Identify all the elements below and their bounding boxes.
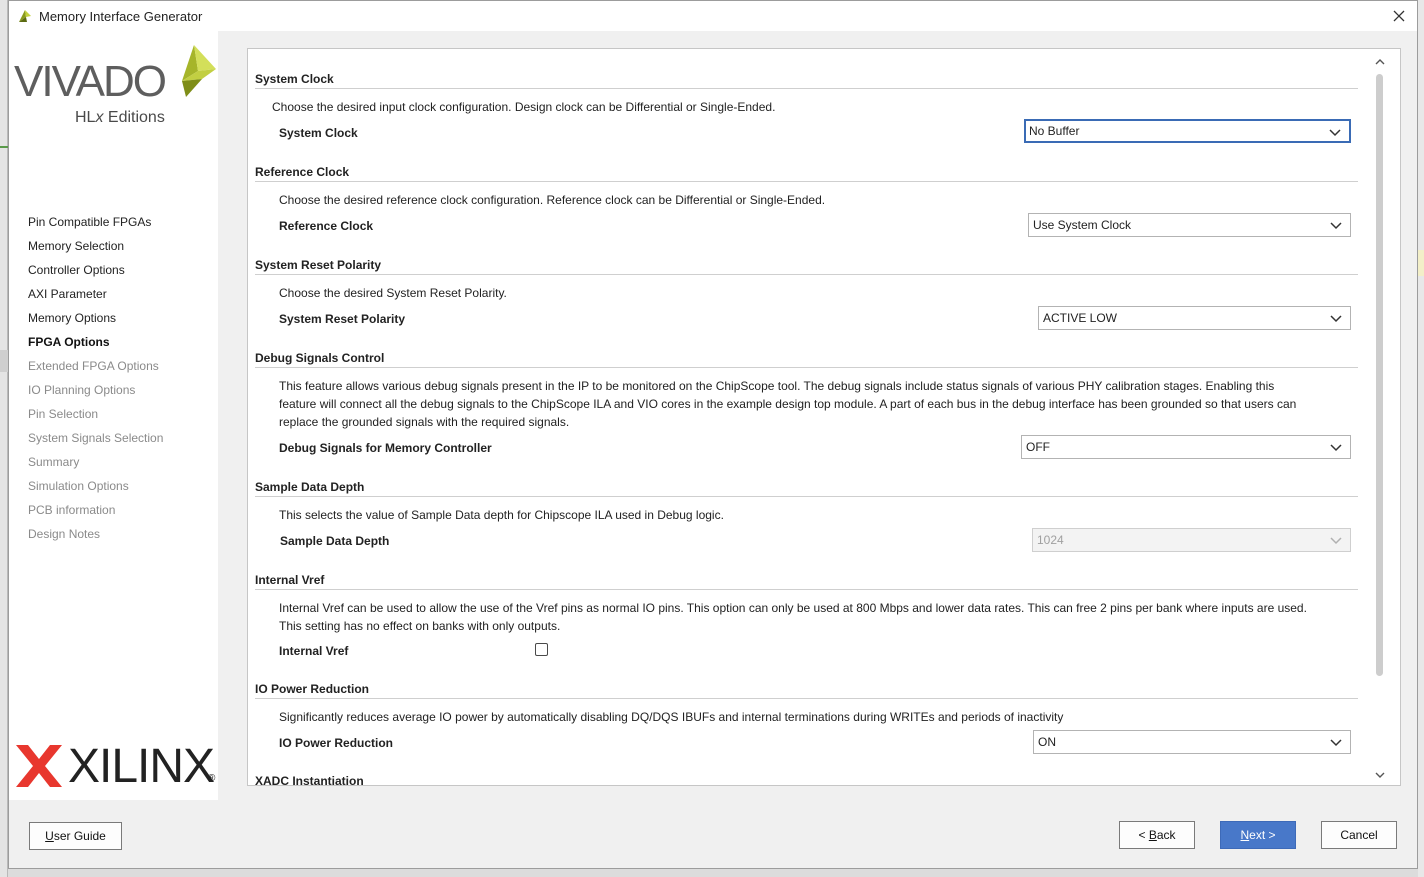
- step-memory-selection[interactable]: Memory Selection: [9, 237, 218, 261]
- step-pin-compatible-fpgas[interactable]: Pin Compatible FPGAs: [9, 213, 218, 237]
- section-description: This selects the value of Sample Data de…: [279, 508, 724, 522]
- step-controller-options[interactable]: Controller Options: [9, 261, 218, 285]
- reference-clock-select[interactable]: Use System Clock: [1028, 213, 1351, 237]
- section-debug-signals-control: Debug Signals Control: [255, 348, 1358, 368]
- xilinx-logo: XILINX ®: [12, 739, 217, 793]
- section-description-line: replace the grounded signals with the re…: [279, 415, 570, 429]
- section-system-clock: System Clock: [255, 69, 1358, 89]
- sample-data-depth-select: 1024: [1032, 528, 1351, 552]
- chevron-down-icon: [1330, 444, 1342, 452]
- section-description-line: This feature allows various debug signal…: [279, 379, 1275, 393]
- registered-mark: ®: [208, 773, 216, 784]
- selected-value: Use System Clock: [1033, 218, 1132, 232]
- options-panel: System Clock Choose the desired input cl…: [247, 48, 1401, 786]
- section-title: Sample Data Depth: [255, 477, 1358, 497]
- section-description-line: This setting has no effect on banks with…: [279, 619, 561, 633]
- section-system-reset-polarity: System Reset Polarity: [255, 255, 1358, 275]
- scroll-down-arrow[interactable]: [1375, 770, 1385, 780]
- section-title: XADC Instantiation: [255, 771, 1358, 785]
- next-button[interactable]: Next >: [1220, 821, 1296, 849]
- chevron-down-icon: [1330, 739, 1342, 747]
- internal-vref-checkbox[interactable]: [535, 643, 548, 656]
- user-guide-button[interactable]: User Guide: [29, 822, 122, 850]
- section-title: Reference Clock: [255, 162, 1358, 182]
- mig-dialog: Memory Interface Generator VIVADO HLx Ed…: [8, 0, 1418, 869]
- xilinx-x-icon: [16, 745, 62, 787]
- vertical-scrollbar[interactable]: [1372, 54, 1388, 784]
- section-description: Choose the desired reference clock confi…: [279, 193, 826, 207]
- section-description-line: Internal Vref can be used to allow the u…: [279, 601, 1307, 615]
- close-icon: [1393, 10, 1405, 22]
- section-xadc-instantiation: XADC Instantiation: [255, 771, 1358, 785]
- system-clock-select[interactable]: No Buffer: [1024, 119, 1351, 143]
- background-window-left: [0, 0, 8, 877]
- vivado-leaf-icon: [182, 45, 216, 97]
- chevron-down-icon: [1330, 537, 1342, 545]
- step-summary: Summary: [28, 455, 80, 469]
- step-axi-parameter[interactable]: AXI Parameter: [9, 285, 218, 309]
- cancel-button[interactable]: Cancel: [1321, 821, 1397, 849]
- field-label: Sample Data Depth: [280, 534, 390, 548]
- background-window-right: [1418, 0, 1424, 877]
- section-title: Internal Vref: [255, 570, 1358, 590]
- window-title: Memory Interface Generator: [39, 8, 203, 24]
- section-title: System Reset Polarity: [255, 255, 1358, 275]
- close-button[interactable]: [1387, 4, 1411, 28]
- reset-polarity-select[interactable]: ACTIVE LOW: [1038, 306, 1351, 330]
- background-marker: [0, 140, 8, 148]
- title-bar: Memory Interface Generator: [9, 1, 1417, 31]
- selected-value: 1024: [1037, 533, 1064, 547]
- step-simulation-options: Simulation Options: [28, 479, 129, 493]
- step-io-planning-options: IO Planning Options: [28, 383, 136, 397]
- field-label: IO Power Reduction: [279, 736, 394, 750]
- debug-signals-select[interactable]: OFF: [1021, 435, 1351, 459]
- step-system-signals-selection: System Signals Selection: [28, 431, 164, 445]
- section-title: Debug Signals Control: [255, 348, 1358, 368]
- vivado-logo: VIVADO HLx Editions: [12, 37, 217, 129]
- field-label: Reference Clock: [279, 219, 374, 233]
- step-fpga-options[interactable]: FPGA Options: [9, 333, 218, 357]
- scroll-up-arrow[interactable]: [1375, 57, 1385, 67]
- step-pin-selection: Pin Selection: [28, 407, 99, 421]
- back-button[interactable]: < Back: [1119, 821, 1195, 849]
- selected-value: ON: [1038, 735, 1056, 749]
- selected-value: ACTIVE LOW: [1043, 311, 1118, 325]
- selected-value: No Buffer: [1029, 124, 1080, 138]
- io-power-reduction-select[interactable]: ON: [1033, 730, 1351, 754]
- scrollbar-thumb[interactable]: [1376, 74, 1383, 676]
- xilinx-wordmark: XILINX: [68, 740, 215, 793]
- section-internal-vref: Internal Vref: [255, 570, 1358, 590]
- step-pcb-information: PCB information: [28, 503, 116, 517]
- section-description-line: feature will connect all the debug signa…: [279, 397, 1297, 411]
- field-label: Internal Vref: [279, 644, 349, 658]
- background-marker: [0, 350, 8, 372]
- section-reference-clock: Reference Clock: [255, 162, 1358, 182]
- section-description: Choose the desired input clock configura…: [272, 100, 776, 114]
- field-label: System Reset Polarity: [279, 312, 406, 326]
- vivado-leaf-icon: [16, 7, 34, 25]
- section-description: Choose the desired System Reset Polarity…: [279, 286, 507, 300]
- field-label: System Clock: [279, 126, 358, 140]
- section-io-power-reduction: IO Power Reduction: [255, 679, 1358, 699]
- wizard-steps: Pin Compatible FPGAs Memory Selection Co…: [9, 213, 218, 549]
- hlx-editions-text: HLx Editions: [75, 109, 165, 126]
- chevron-down-icon: [1329, 129, 1341, 137]
- selected-value: OFF: [1026, 440, 1050, 454]
- section-description: Significantly reduces average IO power b…: [279, 710, 1064, 724]
- background-highlight: [1418, 250, 1424, 276]
- section-sample-data-depth: Sample Data Depth: [255, 477, 1358, 497]
- chevron-up-icon: [1375, 59, 1385, 65]
- step-extended-fpga-options: Extended FPGA Options: [28, 359, 159, 373]
- wizard-sidebar: VIVADO HLx Editions Pin Compatible FPGAs…: [9, 31, 218, 800]
- field-label: Debug Signals for Memory Controller: [279, 441, 492, 455]
- section-title: IO Power Reduction: [255, 679, 1358, 699]
- options-scroll-area[interactable]: System Clock Choose the desired input cl…: [248, 49, 1372, 785]
- step-memory-options[interactable]: Memory Options: [9, 309, 218, 333]
- chevron-down-icon: [1375, 772, 1385, 778]
- step-design-notes: Design Notes: [28, 527, 101, 541]
- vivado-wordmark: VIVADO: [14, 57, 167, 106]
- chevron-down-icon: [1330, 315, 1342, 323]
- chevron-down-icon: [1330, 222, 1342, 230]
- section-title: System Clock: [255, 69, 1358, 89]
